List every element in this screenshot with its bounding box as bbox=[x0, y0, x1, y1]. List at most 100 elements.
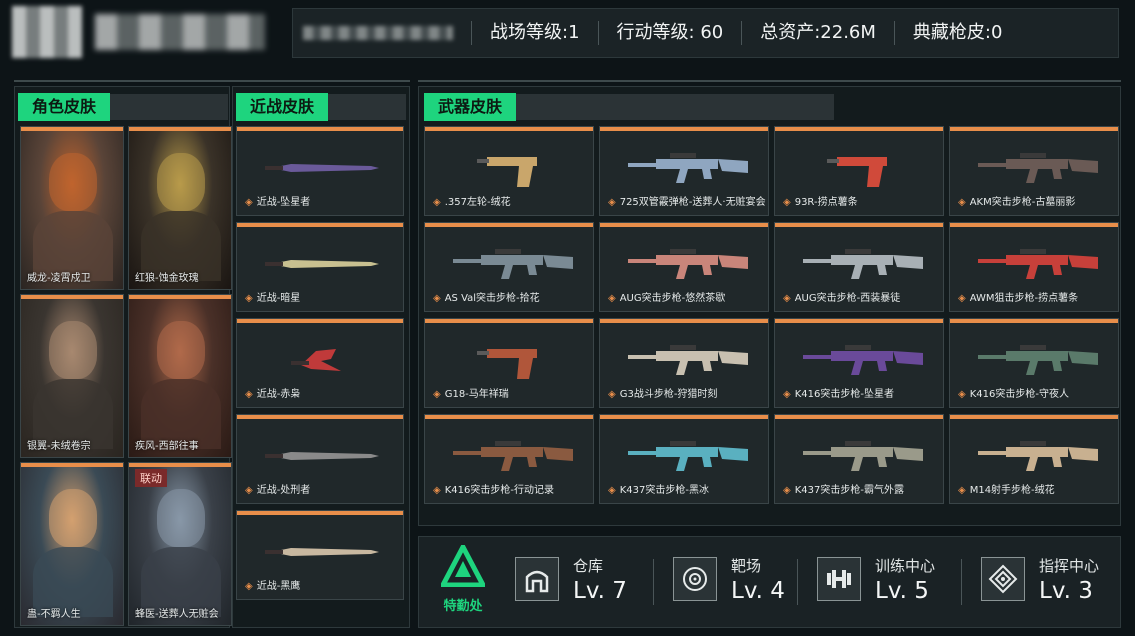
facility-level: Lv. 7 bbox=[573, 577, 627, 604]
character-portrait bbox=[157, 321, 205, 379]
character-skin-card[interactable]: 银翼-未绒卷宗 bbox=[20, 294, 124, 458]
weapon-skin-card[interactable]: ◈ K416突击步枪-坠星者 bbox=[774, 318, 944, 408]
card-accent bbox=[237, 127, 403, 131]
weapon-skin-card[interactable]: ◈ AUG突击步枪-悠然茶歇 bbox=[599, 222, 769, 312]
character-skin-card[interactable]: 联动蜂医-送葬人无赃会 bbox=[128, 462, 232, 626]
weapon-skin-name: K416突击步枪-守夜人 bbox=[969, 389, 1069, 400]
weapon-skin-card[interactable]: ◈ M14射手步枪-绒花 bbox=[949, 414, 1119, 504]
weapon-skin-name: K416突击步枪-坠星者 bbox=[794, 389, 894, 400]
player-id-redacted bbox=[303, 26, 453, 40]
section-title-weapon: 武器皮肤 bbox=[424, 93, 517, 121]
weapon-skin-label: ◈ K437突击步枪-黑冰 bbox=[608, 481, 709, 496]
weapon-skin-name: .357左轮-绒花 bbox=[444, 197, 511, 208]
facility-info: 指挥中心 Lv. 3 bbox=[1039, 555, 1099, 604]
gun-icon bbox=[803, 441, 923, 471]
card-accent bbox=[425, 319, 593, 323]
card-accent bbox=[600, 319, 768, 323]
card-accent bbox=[21, 295, 123, 299]
melee-skin-card[interactable]: ◈ 近战-处刑者 bbox=[236, 414, 404, 504]
card-accent bbox=[775, 223, 943, 227]
marker-icon: ◈ bbox=[245, 581, 253, 592]
melee-skin-name: 近战-赤枭 bbox=[256, 389, 301, 400]
divider bbox=[418, 80, 1121, 82]
melee-skin-name: 近战-处刑者 bbox=[256, 485, 311, 496]
gun-icon bbox=[628, 153, 748, 183]
weapon-skin-label: ◈ AUG突击步枪-悠然茶歇 bbox=[608, 289, 725, 304]
character-skin-label: 疾风-西部往事 bbox=[135, 441, 199, 452]
gun-icon bbox=[628, 345, 748, 375]
gun-icon bbox=[827, 157, 887, 187]
special-ops-icon bbox=[438, 541, 488, 588]
melee-skin-card[interactable]: ◈ 近战-赤枭 bbox=[236, 318, 404, 408]
facility-1[interactable]: 仓库 Lv. 7 bbox=[515, 549, 627, 609]
marker-icon: ◈ bbox=[783, 293, 791, 304]
marker-icon: ◈ bbox=[783, 485, 791, 496]
melee-skin-card[interactable]: ◈ 近战-暗星 bbox=[236, 222, 404, 312]
card-accent bbox=[600, 415, 768, 419]
weapon-skin-label: ◈ 93R-捞点薯条 bbox=[783, 193, 858, 208]
facility-2[interactable]: 靶场 Lv. 4 bbox=[673, 549, 785, 609]
character-skin-card[interactable]: 疾风-西部往事 bbox=[128, 294, 232, 458]
facility-level: Lv. 3 bbox=[1039, 577, 1093, 604]
card-accent bbox=[129, 127, 231, 131]
weapon-skin-label: ◈ AKM突击步枪-古墓丽影 bbox=[958, 193, 1075, 208]
divider bbox=[14, 80, 410, 82]
weapon-skin-label: ◈ .357左轮-绒花 bbox=[433, 193, 511, 208]
weapon-skin-name: K437突击步枪-霸气外露 bbox=[794, 485, 904, 496]
weapon-skin-card[interactable]: ◈ 93R-捞点薯条 bbox=[774, 126, 944, 216]
facility-4[interactable]: 指挥中心 Lv. 3 bbox=[981, 549, 1099, 609]
marker-icon: ◈ bbox=[608, 293, 616, 304]
weapon-skin-name: AKM突击步枪-古墓丽影 bbox=[969, 197, 1076, 208]
weapon-skin-card[interactable]: ◈ K437突击步枪-霸气外露 bbox=[774, 414, 944, 504]
weapon-skin-card[interactable]: ◈ 725双管霰弹枪-送葬人·无赃宴会 bbox=[599, 126, 769, 216]
weapon-skin-name: AUG突击步枪-西装暴徒 bbox=[794, 293, 901, 304]
section-title-character: 角色皮肤 bbox=[18, 93, 111, 121]
melee-weapon-icon bbox=[291, 349, 341, 371]
avatar bbox=[12, 6, 82, 58]
weapon-skin-card[interactable]: ◈ AUG突击步枪-西装暴徒 bbox=[774, 222, 944, 312]
marker-icon: ◈ bbox=[245, 293, 253, 304]
special-ops-logo[interactable]: 特勤处 bbox=[433, 541, 493, 614]
melee-skin-label: ◈ 近战-赤枭 bbox=[245, 385, 300, 400]
weapon-skin-card[interactable]: ◈ .357左轮-绒花 bbox=[424, 126, 594, 216]
facility-3[interactable]: 训练中心 Lv. 5 bbox=[817, 549, 935, 609]
card-accent bbox=[425, 415, 593, 419]
weapon-skin-name: AUG突击步枪-悠然茶歇 bbox=[619, 293, 726, 304]
weapon-skin-card[interactable]: ◈ K416突击步枪-守夜人 bbox=[949, 318, 1119, 408]
character-portrait bbox=[157, 489, 205, 547]
weapon-skin-label: ◈ G18-马年祥瑞 bbox=[433, 385, 509, 400]
special-ops-label: 特勤处 bbox=[443, 599, 483, 614]
marker-icon: ◈ bbox=[958, 293, 966, 304]
card-accent bbox=[600, 127, 768, 131]
marker-icon: ◈ bbox=[433, 197, 441, 208]
weapon-skin-card[interactable]: ◈ AWM狙击步枪-捞点薯条 bbox=[949, 222, 1119, 312]
melee-skin-card[interactable]: ◈ 近战-坠星者 bbox=[236, 126, 404, 216]
gun-icon bbox=[803, 345, 923, 375]
weapon-skin-card[interactable]: ◈ G18-马年祥瑞 bbox=[424, 318, 594, 408]
character-skin-label: 蜂医-送葬人无赃会 bbox=[135, 609, 219, 620]
card-accent bbox=[775, 319, 943, 323]
stat-operation-level: 行动等级: 60 bbox=[597, 21, 742, 45]
weapon-skin-name: G3战斗步枪-狩猎时刻 bbox=[619, 389, 718, 400]
gun-icon bbox=[453, 249, 573, 279]
facility-level: Lv. 4 bbox=[731, 577, 785, 604]
weapon-skin-card[interactable]: ◈ G3战斗步枪-狩猎时刻 bbox=[599, 318, 769, 408]
melee-weapon-icon bbox=[265, 548, 379, 556]
weapon-skin-card[interactable]: ◈ AS Val突击步枪-拾花 bbox=[424, 222, 594, 312]
weapon-skin-card[interactable]: ◈ K416突击步枪-行动记录 bbox=[424, 414, 594, 504]
warehouse-icon bbox=[515, 557, 559, 601]
gun-icon bbox=[628, 249, 748, 279]
command-icon bbox=[981, 557, 1025, 601]
character-skin-card[interactable]: 红狼-蚀金玫瑰 bbox=[128, 126, 232, 290]
weapon-skin-card[interactable]: ◈ K437突击步枪-黑冰 bbox=[599, 414, 769, 504]
weapon-skin-name: K416突击步枪-行动记录 bbox=[444, 485, 554, 496]
card-accent bbox=[950, 415, 1118, 419]
marker-icon: ◈ bbox=[608, 389, 616, 400]
character-skin-card[interactable]: 威龙-凌霄戍卫 bbox=[20, 126, 124, 290]
gun-icon bbox=[453, 441, 573, 471]
melee-skin-card[interactable]: ◈ 近战-黑鹰 bbox=[236, 510, 404, 600]
weapon-skin-label: ◈ M14射手步枪-绒花 bbox=[958, 481, 1055, 496]
weapon-skin-card[interactable]: ◈ AKM突击步枪-古墓丽影 bbox=[949, 126, 1119, 216]
character-skin-card[interactable]: 蛊-不羁人生 bbox=[20, 462, 124, 626]
collab-badge: 联动 bbox=[135, 469, 167, 487]
